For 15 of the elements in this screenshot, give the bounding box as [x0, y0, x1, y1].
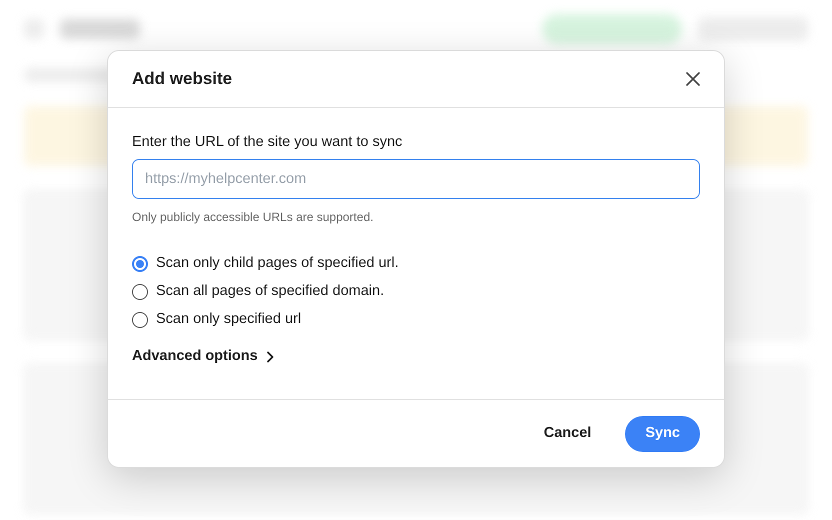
field-hint: Only publicly accessible URLs are supported. — [132, 208, 374, 226]
field-label: Enter the URL of the site you want to sync — [132, 133, 404, 152]
dialog-title: Add website — [132, 68, 232, 90]
radio-label[interactable]: Scan only child pages of specified url. — [156, 252, 399, 275]
advanced-options-toggle[interactable]: Advanced options — [132, 346, 274, 368]
radio-button[interactable] — [132, 312, 148, 328]
sync-button[interactable]: Sync — [625, 416, 700, 452]
radio-label[interactable]: Scan all pages of specified domain. — [156, 280, 384, 303]
radio-button[interactable] — [132, 284, 148, 300]
radio-label[interactable]: Scan only specified url — [156, 308, 302, 331]
radio-button[interactable] — [132, 256, 148, 272]
cancel-button[interactable]: Cancel — [538, 422, 598, 446]
url-field[interactable]: https://myhelpcenter.com — [132, 158, 700, 199]
close-icon[interactable] — [686, 72, 700, 86]
chevron-icon — [266, 350, 274, 363]
